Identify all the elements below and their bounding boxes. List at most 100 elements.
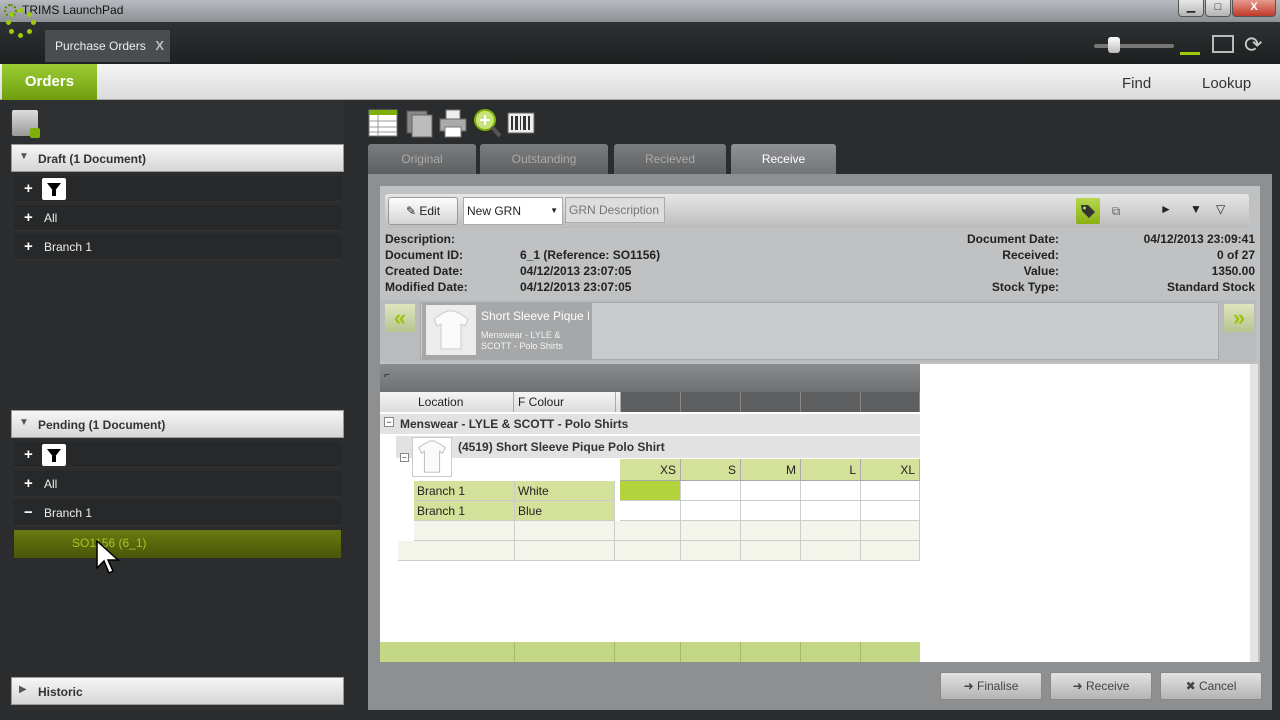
cancel-label: Cancel <box>1199 679 1237 693</box>
empty-cell <box>414 521 515 541</box>
add-icon[interactable]: + <box>24 446 33 463</box>
qty-cell[interactable] <box>681 481 741 501</box>
draft-section-header[interactable]: ▼ Draft (1 Document) <box>11 144 344 172</box>
pending-document-item[interactable]: SO1156 (6_1) <box>14 530 341 558</box>
receive-button[interactable]: ➜ Receive <box>1050 672 1152 700</box>
copy-document-icon[interactable] <box>404 108 434 138</box>
item-thumbnail <box>412 437 452 477</box>
size-column-header <box>681 392 741 412</box>
qty-cell[interactable] <box>861 501 920 521</box>
qty-cell[interactable] <box>620 501 681 521</box>
qty-cell[interactable] <box>861 481 920 501</box>
next-product-icon[interactable]: » <box>1224 304 1254 332</box>
qty-cell[interactable] <box>620 481 681 501</box>
edit-button[interactable]: ✎ Edit <box>388 197 458 225</box>
qty-cell[interactable] <box>801 501 861 521</box>
qty-cell[interactable] <box>741 481 801 501</box>
close-icon: ✖ <box>1185 679 1196 693</box>
expand-icon[interactable]: + <box>24 238 33 255</box>
collapse-item-icon[interactable]: − <box>400 453 409 462</box>
zoom-in-icon[interactable] <box>472 108 502 138</box>
tab-receive[interactable]: Receive <box>731 144 836 174</box>
historic-section-header[interactable]: ▶ Historic <box>11 677 344 705</box>
purchase-orders-tab[interactable]: Purchase Orders X <box>45 30 170 62</box>
play-icon[interactable]: ► <box>1160 202 1172 216</box>
column-location[interactable]: Location <box>380 392 514 412</box>
qty-cell[interactable] <box>741 501 801 521</box>
empty-cell <box>515 541 615 561</box>
copy-button[interactable]: ⧉ <box>1104 198 1128 224</box>
dropdown-icon[interactable]: ▼ <box>1190 202 1202 216</box>
collapse-group-icon[interactable]: − <box>384 417 394 427</box>
size-column-header <box>861 392 920 412</box>
draft-filter-row: + <box>14 176 341 202</box>
finalise-button[interactable]: ➜ Finalise <box>940 672 1042 700</box>
tab-outstanding[interactable]: Outstanding <box>480 144 608 174</box>
orders-menu-button[interactable]: Orders <box>2 64 97 100</box>
collapse-icon[interactable]: − <box>24 504 33 521</box>
empty-cell <box>741 541 801 561</box>
grid-group-bar: ⌐ <box>380 364 920 392</box>
tag-button[interactable] <box>1076 198 1100 224</box>
pending-section-header[interactable]: ▼ Pending (1 Document) <box>11 410 344 438</box>
collapse-arrow-icon: ▼ <box>19 151 29 162</box>
previous-product-icon[interactable]: « <box>385 304 415 332</box>
app-header <box>0 22 1280 64</box>
empty-cell <box>615 541 681 561</box>
lookup-menu-link[interactable]: Lookup <box>1202 75 1251 92</box>
filter-icon[interactable] <box>42 178 66 200</box>
sign-in-icon: ➜ <box>1072 679 1083 693</box>
maximize-button[interactable]: □ <box>1205 0 1231 17</box>
find-menu-link[interactable]: Find <box>1122 75 1151 92</box>
group-row[interactable]: − Menswear - LYLE & SCOTT - Polo Shirts <box>380 414 920 434</box>
chevron-down-icon: ▼ <box>550 206 558 215</box>
grn-description-input[interactable] <box>565 197 665 223</box>
qty-cell[interactable] <box>801 481 861 501</box>
filter-icon[interactable] <box>42 444 66 466</box>
zoom-slider-thumb[interactable] <box>1108 37 1120 53</box>
window-title: TRIMS LaunchPad <box>22 3 124 17</box>
column-colour[interactable]: F Colour <box>514 392 616 412</box>
minimize-button[interactable]: ▁ <box>1178 0 1204 17</box>
expand-icon[interactable]: + <box>24 209 33 226</box>
historic-section-label: Historic <box>38 685 83 699</box>
expand-icon[interactable]: + <box>24 475 33 492</box>
document-id-label: Document ID: <box>385 248 463 262</box>
add-icon[interactable]: + <box>24 180 33 197</box>
grid-view-icon[interactable] <box>368 108 398 138</box>
close-window-button[interactable]: X <box>1232 0 1276 17</box>
tab-recieved[interactable]: Recieved <box>614 144 726 174</box>
footer-divider <box>614 642 615 662</box>
footer-divider <box>740 642 741 662</box>
sign-in-icon: ➜ <box>963 679 974 693</box>
collapse-arrow-icon: ▼ <box>19 417 29 428</box>
cancel-button[interactable]: ✖ Cancel <box>1160 672 1262 700</box>
empty-cell <box>681 521 741 541</box>
pending-tree-item-all[interactable]: + All <box>14 471 341 497</box>
window-switch-icon[interactable] <box>1212 35 1234 53</box>
close-tab-icon[interactable]: X <box>155 38 164 53</box>
refresh-icon[interactable]: ⟳ <box>1244 32 1262 58</box>
purchase-orders-tab-label: Purchase Orders <box>55 39 146 53</box>
modified-date-value: 04/12/2013 23:07:05 <box>520 280 632 294</box>
menu-bar <box>0 64 1280 100</box>
zoom-slider-track[interactable] <box>1094 44 1174 48</box>
new-document-icon[interactable] <box>12 110 40 138</box>
pending-tree-item-branch[interactable]: − Branch 1 <box>14 500 341 526</box>
tag-icon <box>1081 205 1095 218</box>
qty-cell[interactable] <box>681 501 741 521</box>
pending-section-label: Pending (1 Document) <box>38 418 166 432</box>
filter-down-icon[interactable]: ▽ <box>1216 202 1225 216</box>
print-icon[interactable] <box>438 108 468 138</box>
grn-select[interactable]: New GRN ▼ <box>463 197 563 225</box>
draft-tree-item-all[interactable]: + All <box>14 205 341 231</box>
cell-colour: White <box>515 481 615 501</box>
grid-vertical-scrollbar[interactable] <box>1250 364 1258 662</box>
empty-cell <box>681 541 741 561</box>
item-title: (4519) Short Sleeve Pique Polo Shirt <box>458 440 665 454</box>
description-label: Description: <box>385 232 456 246</box>
draft-tree-item-branch[interactable]: + Branch 1 <box>14 234 341 260</box>
size-column-header <box>621 392 681 412</box>
tab-original[interactable]: Original <box>368 144 476 174</box>
barcode-icon[interactable] <box>506 108 536 138</box>
